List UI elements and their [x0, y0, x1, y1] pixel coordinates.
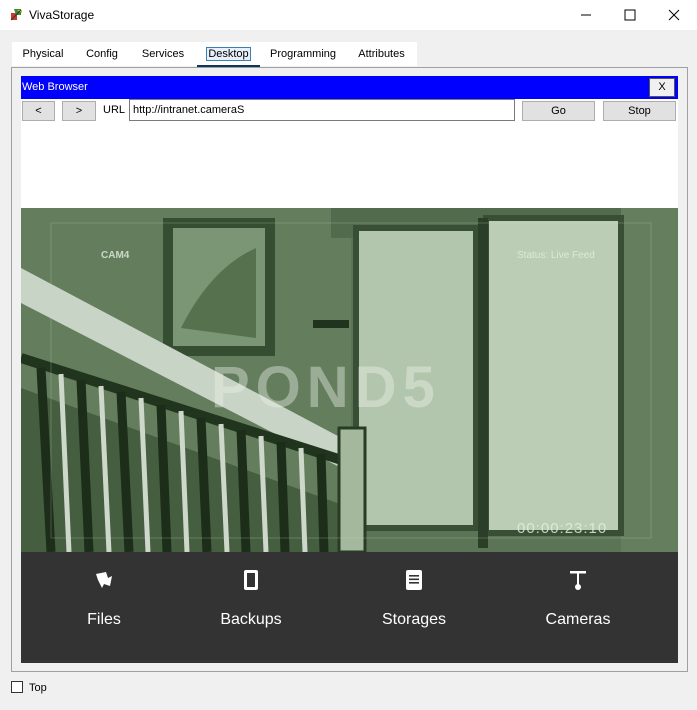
tab-label: Programming — [269, 48, 337, 60]
nav-label-backups: Backups — [220, 611, 282, 628]
window-title: VivaStorage — [29, 8, 95, 22]
minimize-button[interactable] — [563, 0, 609, 30]
nav-label-cameras: Cameras — [545, 611, 611, 628]
tab-services[interactable]: Services — [130, 42, 196, 66]
document-icon — [406, 570, 422, 590]
nav-label-files: Files — [87, 611, 121, 628]
camera-status-label: Status: Live Feed — [517, 250, 595, 261]
url-label: URL — [103, 104, 126, 116]
tab-attributes[interactable]: Attributes — [346, 42, 417, 66]
nav-item-cameras[interactable]: Cameras — [508, 552, 648, 663]
browser-title: Web Browser — [22, 81, 88, 93]
nav-item-files[interactable]: Files — [34, 552, 174, 663]
tab-physical[interactable]: Physical — [12, 42, 74, 66]
top-checkbox[interactable] — [11, 681, 23, 693]
go-button[interactable]: Go — [522, 101, 595, 121]
camera-id-label: CAM4 — [101, 250, 130, 261]
nav-item-backups[interactable]: Backups — [181, 552, 321, 663]
camera-feed-image: CAM4 Status: Live Feed POND5 00:00:23:10 — [21, 208, 678, 552]
tab-config[interactable]: Config — [74, 42, 130, 66]
forward-button[interactable]: > — [62, 101, 96, 121]
tab-label: Config — [86, 48, 118, 60]
minimize-icon — [581, 14, 591, 16]
browser-close-button[interactable]: X — [649, 78, 675, 97]
tab-label: Physical — [22, 48, 64, 60]
tablet-icon — [244, 570, 258, 590]
nav-item-storages[interactable]: Storages — [344, 552, 484, 663]
url-input[interactable] — [129, 99, 515, 121]
close-window-button[interactable] — [651, 0, 697, 30]
camera-timestamp: 00:00:23:10 — [517, 520, 608, 537]
tab-label: Desktop — [206, 47, 251, 61]
maximize-button[interactable] — [607, 0, 653, 30]
tab-programming[interactable]: Programming — [262, 42, 344, 66]
back-button[interactable]: < — [22, 101, 55, 121]
title-bar: VivaStorage — [0, 0, 697, 30]
browser-title-bar: Web Browser X — [21, 76, 678, 99]
tab-desktop[interactable]: Desktop — [197, 42, 260, 68]
camera-icon — [570, 571, 586, 590]
watermark: POND5 — [211, 355, 441, 420]
app-logo-icon — [10, 9, 22, 21]
bottom-nav: Files Backups Storages Cameras — [21, 552, 678, 663]
web-browser-window: Web Browser X < > URL Go Stop — [21, 76, 678, 663]
desktop-panel: Web Browser X < > URL Go Stop — [11, 67, 688, 672]
tab-label: Services — [141, 48, 185, 60]
upload-icon — [96, 572, 112, 588]
close-icon — [668, 9, 680, 21]
nav-label-storages: Storages — [381, 611, 447, 628]
maximize-icon — [624, 9, 636, 21]
top-checkbox-label: Top — [29, 682, 47, 694]
tab-label: Attributes — [358, 48, 405, 60]
stop-button[interactable]: Stop — [603, 101, 676, 121]
